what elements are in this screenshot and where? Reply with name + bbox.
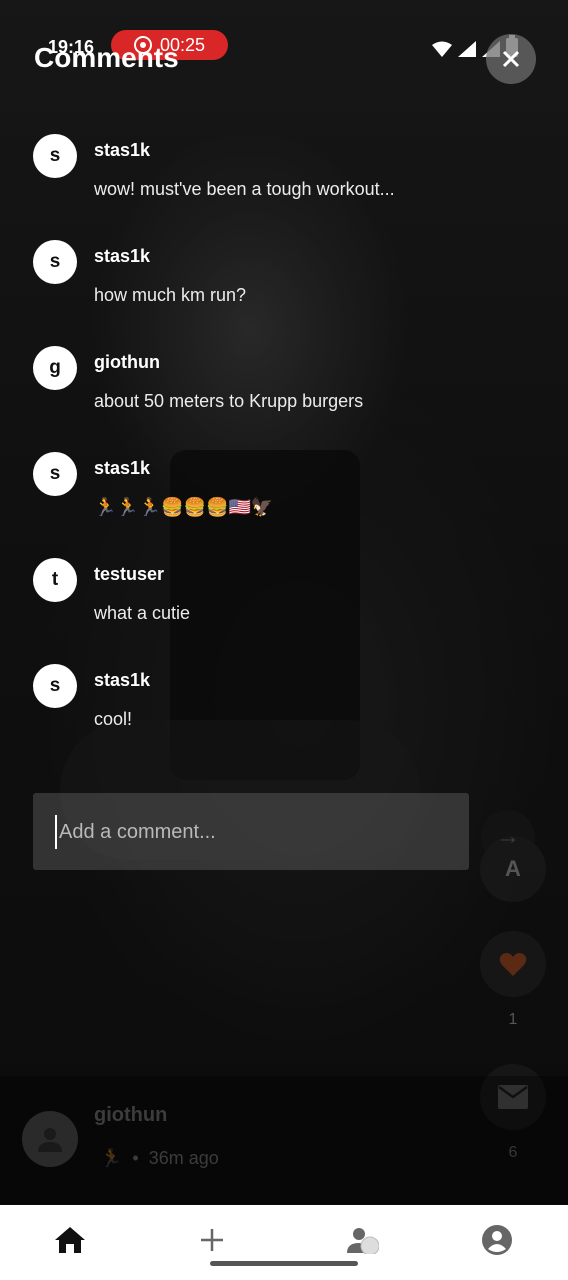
close-button[interactable] xyxy=(486,34,536,84)
people-icon xyxy=(347,1228,379,1254)
home-icon xyxy=(55,1227,85,1253)
home-indicator[interactable] xyxy=(210,1261,358,1266)
post-username[interactable]: giothun xyxy=(94,1104,167,1127)
comment-item: g giothun about 50 meters to Krupp burge… xyxy=(0,342,568,448)
comment-item: s stas1k how much km run? xyxy=(0,236,568,342)
avatar[interactable]: s xyxy=(33,240,77,284)
plus-icon xyxy=(201,1229,223,1251)
comment-text: about 50 meters to Krupp burgers xyxy=(94,391,364,411)
signal-icon xyxy=(458,41,476,57)
comment-username[interactable]: giothun xyxy=(94,352,160,373)
bullet-dot: • xyxy=(132,1148,139,1168)
comment-username[interactable]: stas1k xyxy=(94,670,150,691)
post-info-panel xyxy=(0,1076,568,1204)
post-meta: 🏃 • 36m ago xyxy=(100,1148,219,1169)
bottom-navigation xyxy=(0,1205,568,1280)
comment-input[interactable] xyxy=(55,815,451,849)
activity-emoji: 🏃 xyxy=(100,1148,123,1168)
author-initial: A xyxy=(505,856,521,881)
comment-username[interactable]: testuser xyxy=(94,564,164,585)
comment-input-container xyxy=(33,793,469,870)
nav-home[interactable] xyxy=(40,1215,100,1265)
comment-text: how much km run? xyxy=(94,285,247,305)
comment-username[interactable]: stas1k xyxy=(94,246,150,267)
like-button[interactable] xyxy=(480,931,546,997)
close-icon xyxy=(502,50,520,68)
account-circle-icon xyxy=(482,1225,512,1255)
nav-add[interactable] xyxy=(182,1215,242,1265)
comments-list: s stas1k wow! must've been a tough worko… xyxy=(0,130,568,766)
avatar[interactable]: g xyxy=(33,346,77,390)
comment-item: s stas1k cool! xyxy=(0,660,568,766)
comment-text: cool! xyxy=(94,709,133,729)
nav-profile[interactable] xyxy=(467,1215,527,1265)
avatar[interactable]: s xyxy=(33,664,77,708)
comment-username[interactable]: stas1k xyxy=(94,458,150,479)
comment-text: 🏃🏃🏃🍔🍔🍔🇺🇸🦅 xyxy=(94,497,274,517)
comment-username[interactable]: stas1k xyxy=(94,140,150,161)
avatar[interactable]: s xyxy=(33,452,77,496)
comment-item: t testuser what a cutie xyxy=(0,554,568,660)
comment-item: s stas1k 🏃🏃🏃🍔🍔🍔🇺🇸🦅 xyxy=(0,448,568,554)
comment-text: wow! must've been a tough workout... xyxy=(94,179,395,199)
post-author-avatar[interactable] xyxy=(22,1111,78,1167)
wifi-icon xyxy=(432,41,452,57)
heart-icon xyxy=(499,953,527,976)
nav-friends[interactable] xyxy=(328,1215,388,1265)
post-time-ago: 36m ago xyxy=(148,1148,219,1168)
comment-text: what a cutie xyxy=(94,603,191,623)
page-title: Comments xyxy=(34,42,179,73)
comment-item: s stas1k wow! must've been a tough worko… xyxy=(0,130,568,236)
avatar[interactable]: s xyxy=(33,134,77,178)
author-avatar-button[interactable]: A xyxy=(480,836,546,902)
person-icon xyxy=(38,1128,62,1152)
avatar[interactable]: t xyxy=(33,558,77,602)
likes-count: 1 xyxy=(508,1011,518,1028)
